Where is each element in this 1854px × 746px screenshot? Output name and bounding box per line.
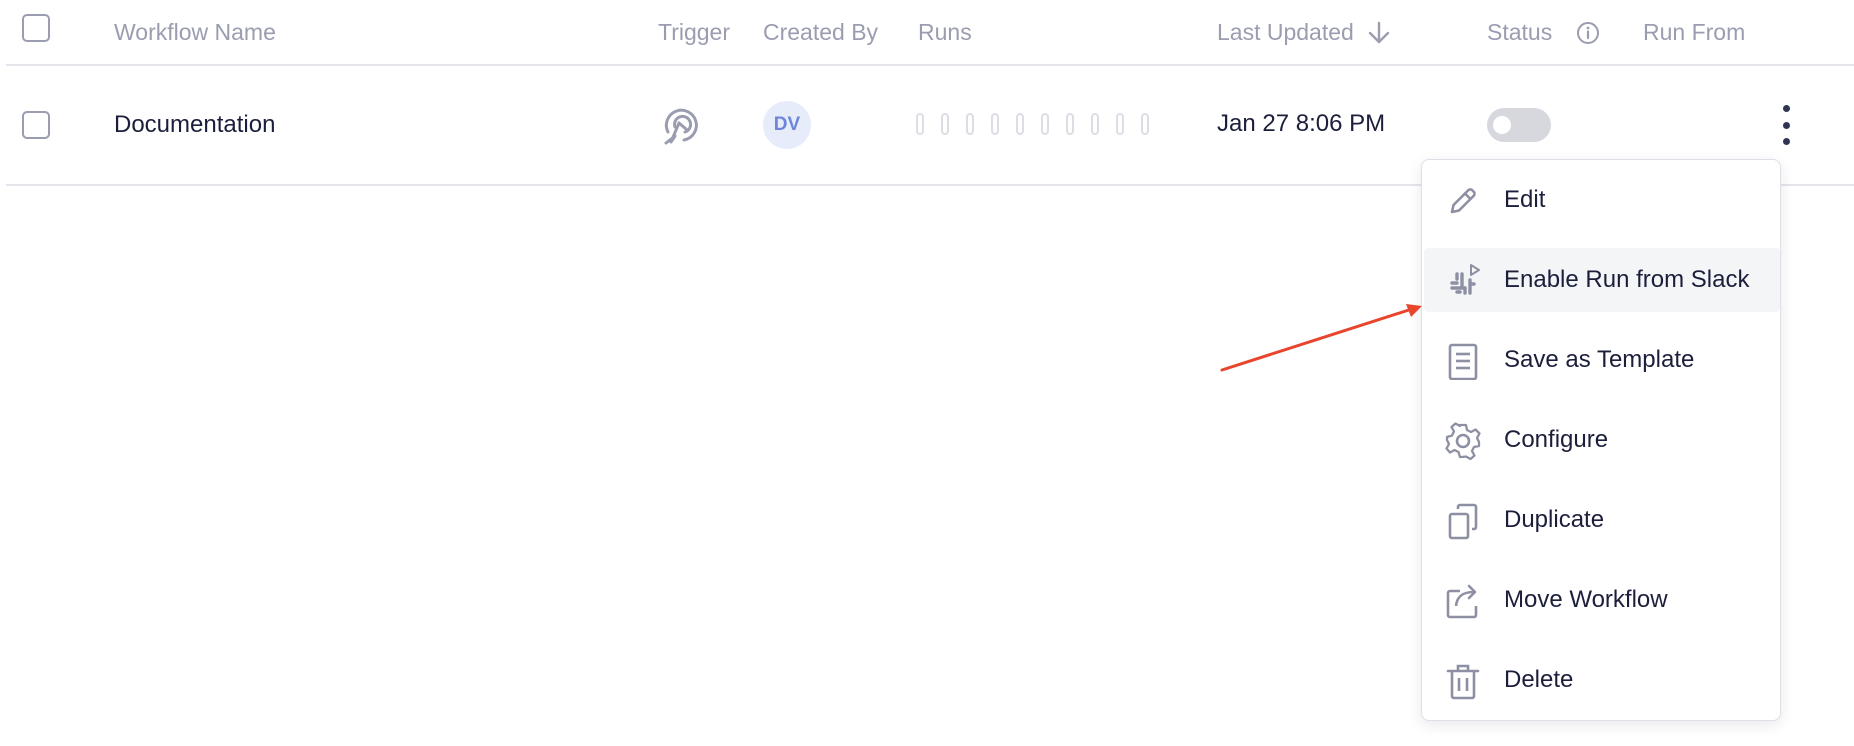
gear-icon (1445, 422, 1481, 460)
header-trigger: Trigger (658, 19, 730, 45)
runs-history (916, 113, 1149, 135)
status-toggle[interactable] (1487, 108, 1551, 142)
header-last-updated[interactable]: Last Updated (1217, 19, 1392, 46)
menu-item-label: Edit (1504, 186, 1546, 213)
menu-item-label: Configure (1504, 426, 1609, 453)
arrow-down-icon[interactable] (1366, 20, 1392, 46)
run-bar (1091, 113, 1099, 135)
trigger-target-icon (658, 102, 704, 148)
menu-item-label: Move Workflow (1504, 586, 1668, 613)
run-bar (941, 113, 949, 135)
info-icon[interactable] (1576, 21, 1600, 45)
menu-item-label: Save as Template (1504, 346, 1695, 373)
run-bar (1116, 113, 1124, 135)
header-status-label: Status (1487, 19, 1553, 45)
run-bar (1041, 113, 1049, 135)
header-last-updated-label: Last Updated (1217, 19, 1354, 45)
menu-item-configure[interactable]: Configure (1424, 408, 1780, 472)
run-bar (966, 113, 974, 135)
move-icon (1446, 584, 1478, 619)
trash-icon (1446, 664, 1480, 700)
row-checkbox[interactable] (22, 111, 50, 139)
menu-item-enable-run-from-slack[interactable]: Enable Run from Slack (1424, 248, 1780, 312)
run-bar (1016, 113, 1024, 135)
header-run-from: Run From (1643, 19, 1746, 45)
select-all-checkbox[interactable] (22, 14, 50, 42)
avatar: DV (763, 101, 811, 149)
duplicate-icon (1448, 503, 1478, 540)
header-runs: Runs (918, 19, 972, 45)
menu-item-edit[interactable]: Edit (1424, 168, 1780, 232)
template-icon (1448, 343, 1478, 380)
row-actions-menu: Edit Enable Run from Slack Save as Templ… (1421, 159, 1781, 721)
run-bar (916, 113, 924, 135)
last-updated-value: Jan 27 8:06 PM (1217, 110, 1386, 137)
header-status: Status (1487, 19, 1600, 46)
pencil-icon (1450, 188, 1476, 214)
annotation-arrow (1220, 304, 1422, 372)
run-bar (1066, 113, 1074, 135)
slack-icon (1450, 264, 1480, 295)
menu-item-save-as-template[interactable]: Save as Template (1424, 328, 1780, 392)
menu-item-delete[interactable]: Delete (1424, 648, 1780, 712)
menu-item-label: Duplicate (1504, 506, 1605, 533)
table-header: Workflow Name Trigger Created By Runs La… (6, 0, 1854, 66)
run-bar (991, 113, 999, 135)
toggle-knob (1493, 116, 1511, 134)
menu-item-duplicate[interactable]: Duplicate (1424, 488, 1780, 552)
menu-item-move-workflow[interactable]: Move Workflow (1424, 568, 1780, 632)
more-options-icon[interactable] (1776, 105, 1796, 145)
header-workflow-name[interactable]: Workflow Name (114, 19, 276, 46)
workflow-name[interactable]: Documentation (114, 111, 275, 139)
run-bar (1141, 113, 1149, 135)
menu-item-label: Delete (1504, 666, 1574, 693)
header-created-by: Created By (763, 19, 879, 45)
menu-item-label: Enable Run from Slack (1504, 266, 1750, 293)
